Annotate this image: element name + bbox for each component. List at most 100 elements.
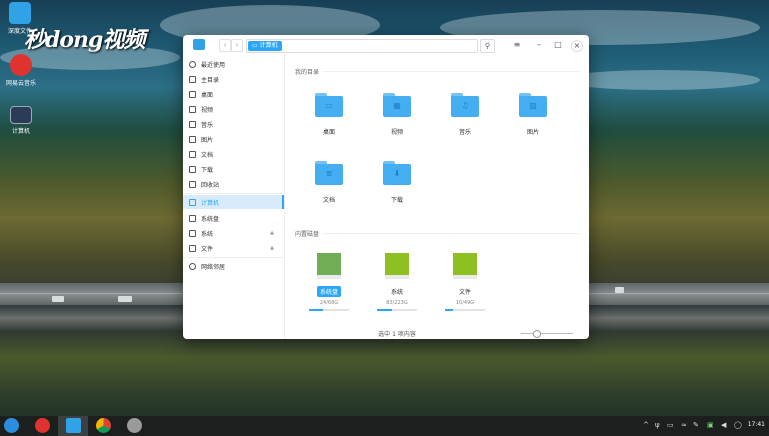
clock[interactable]: 17:41 (748, 421, 765, 428)
disk-usage-fill (377, 309, 392, 311)
desktop-icon-netease-music[interactable]: 网易云音乐 (0, 54, 45, 87)
clock-icon (189, 60, 196, 68)
battery-icon[interactable]: ▣ (707, 421, 714, 429)
tray-expand-icon[interactable]: ^ (643, 421, 649, 429)
wave-foam (560, 70, 760, 90)
menu-button[interactable]: ≡ (511, 38, 523, 51)
desktop-icon-label: 计算机 (11, 128, 30, 135)
disk-system[interactable]: 系统 83/223G (372, 253, 422, 311)
breadcrumb-computer[interactable]: ▭ 计算机 (248, 41, 282, 51)
eject-icon[interactable]: ▲ (270, 230, 274, 236)
folder-music[interactable]: ♫ 音乐 (440, 93, 490, 136)
desktop-icon-label: 网易云音乐 (5, 80, 36, 87)
sidebar-item-trash[interactable]: 回收站 (183, 177, 284, 191)
disk-label: 系统 (390, 289, 403, 296)
sidebar-item-home[interactable]: 主目录 (183, 72, 284, 86)
disk-usage-fill (445, 309, 453, 311)
back-button[interactable]: ‹ (219, 39, 231, 52)
desktop-icon-deepin-files[interactable]: 深度文件 (0, 2, 44, 35)
desktop-icon-computer[interactable]: 计算机 (0, 106, 45, 135)
status-text: 选中 1 项内容 (378, 331, 416, 338)
sidebar-item-label: 桌面 (201, 91, 214, 99)
maximize-button[interactable]: □ (552, 38, 564, 51)
folder-video[interactable]: ▦ 视频 (372, 93, 422, 136)
disk-size: 10/49G (455, 300, 475, 306)
keyboard-icon[interactable]: ▭ (667, 421, 674, 429)
folder-label: 视频 (390, 129, 403, 136)
folder-label: 下载 (390, 197, 403, 204)
sidebar-item-label: 回收站 (201, 181, 220, 189)
disk-system-disk[interactable]: 系统盘 24/68G (304, 253, 354, 311)
search-button[interactable]: ⚲ (480, 39, 495, 53)
picture-icon (189, 135, 196, 143)
wifi-icon[interactable]: ≈ (681, 421, 687, 429)
folder-pictures[interactable]: ▨ 图片 (508, 93, 558, 136)
document-folder-icon: ≣ (315, 161, 343, 185)
close-button[interactable]: × (571, 40, 583, 52)
power-icon[interactable]: ◯ (734, 421, 742, 429)
car (118, 296, 132, 302)
trash-icon (189, 180, 196, 188)
disk-usage-bar (309, 309, 349, 311)
volume-icon[interactable]: ◀ (721, 421, 726, 429)
taskbar: ^ ψ ▭ ≈ ✎ ▣ ◀ ◯ 17:41 (0, 416, 769, 436)
sidebar-item-label: 文件 (201, 245, 214, 253)
desktop-folder-icon: ▭ (315, 93, 343, 117)
network-icon (189, 262, 196, 270)
disk-icon (453, 253, 477, 279)
chrome-icon[interactable] (96, 418, 111, 433)
sidebar-item-music[interactable]: 音乐 (183, 117, 284, 131)
sidebar-item-label: 系统盘 (201, 215, 220, 223)
folder-label: 音乐 (458, 129, 471, 136)
folder-desktop[interactable]: ▭ 桌面 (304, 93, 354, 136)
zoom-slider[interactable] (521, 330, 573, 338)
usb-icon[interactable]: ψ (655, 421, 660, 429)
sidebar-item-desktop[interactable]: 桌面 (183, 87, 284, 101)
file-manager-icon[interactable] (66, 418, 81, 433)
zoom-slider-handle[interactable] (532, 330, 541, 338)
disk-size: 24/68G (319, 300, 339, 306)
sidebar-item-label: 系统 (201, 230, 214, 238)
sidebar-item-network[interactable]: 网络邻居 (183, 259, 284, 273)
eject-icon[interactable]: ▲ (270, 245, 274, 251)
sidebar-item-documents[interactable]: 文档 (183, 147, 284, 161)
sidebar-item-video[interactable]: 视频 (183, 102, 284, 116)
launcher-icon[interactable] (4, 418, 19, 433)
folder-label: 桌面 (322, 129, 335, 136)
menu-icon: ≡ (513, 40, 521, 49)
sidebar-item-downloads[interactable]: 下载 (183, 162, 284, 176)
document-icon (189, 150, 196, 158)
computer-icon: ▭ (252, 42, 260, 49)
video-icon (189, 105, 196, 113)
sidebar-item-system[interactable]: 系统 ▲ (183, 226, 284, 240)
disk-files[interactable]: 文件 10/49G (440, 253, 490, 311)
disk-icon (385, 253, 409, 279)
folder-documents[interactable]: ≣ 文档 (304, 161, 354, 204)
sidebar-item-files[interactable]: 文件 ▲ (183, 241, 284, 255)
disk-icon (317, 253, 341, 279)
section-title-my-dirs: 我的目录 (295, 69, 320, 76)
folder-downloads[interactable]: ⬇ 下载 (372, 161, 422, 204)
forward-button[interactable]: › (231, 39, 243, 52)
music-icon (189, 120, 196, 128)
disk-label: 文件 (458, 289, 471, 296)
disk-size: 83/223G (386, 300, 408, 306)
section-divider (323, 233, 579, 234)
netease-music-icon[interactable] (35, 418, 50, 433)
sidebar-item-label: 音乐 (201, 121, 214, 129)
sidebar: 最近使用 主目录 桌面 视频 音乐 图片 文档 下载 回收站 计算机 系统盘 系… (183, 55, 285, 339)
minimize-button[interactable]: – (533, 38, 545, 51)
edit-icon[interactable]: ✎ (693, 421, 699, 429)
sidebar-item-pictures[interactable]: 图片 (183, 132, 284, 146)
sidebar-divider (183, 193, 284, 194)
address-bar[interactable]: ▭ 计算机 (246, 39, 478, 53)
sidebar-item-recent[interactable]: 最近使用 (183, 57, 284, 71)
minimize-icon: – (537, 40, 541, 49)
title-bar: ‹ › ▭ 计算机 ⚲ ≡ – □ × (183, 35, 589, 55)
sidebar-divider (183, 257, 284, 258)
picture-folder-icon: ▨ (519, 93, 547, 117)
search-icon: ⚲ (484, 42, 491, 50)
sidebar-item-computer[interactable]: 计算机 (183, 195, 284, 209)
sidebar-item-system-disk[interactable]: 系统盘 (183, 211, 284, 225)
settings-icon[interactable] (127, 418, 142, 433)
